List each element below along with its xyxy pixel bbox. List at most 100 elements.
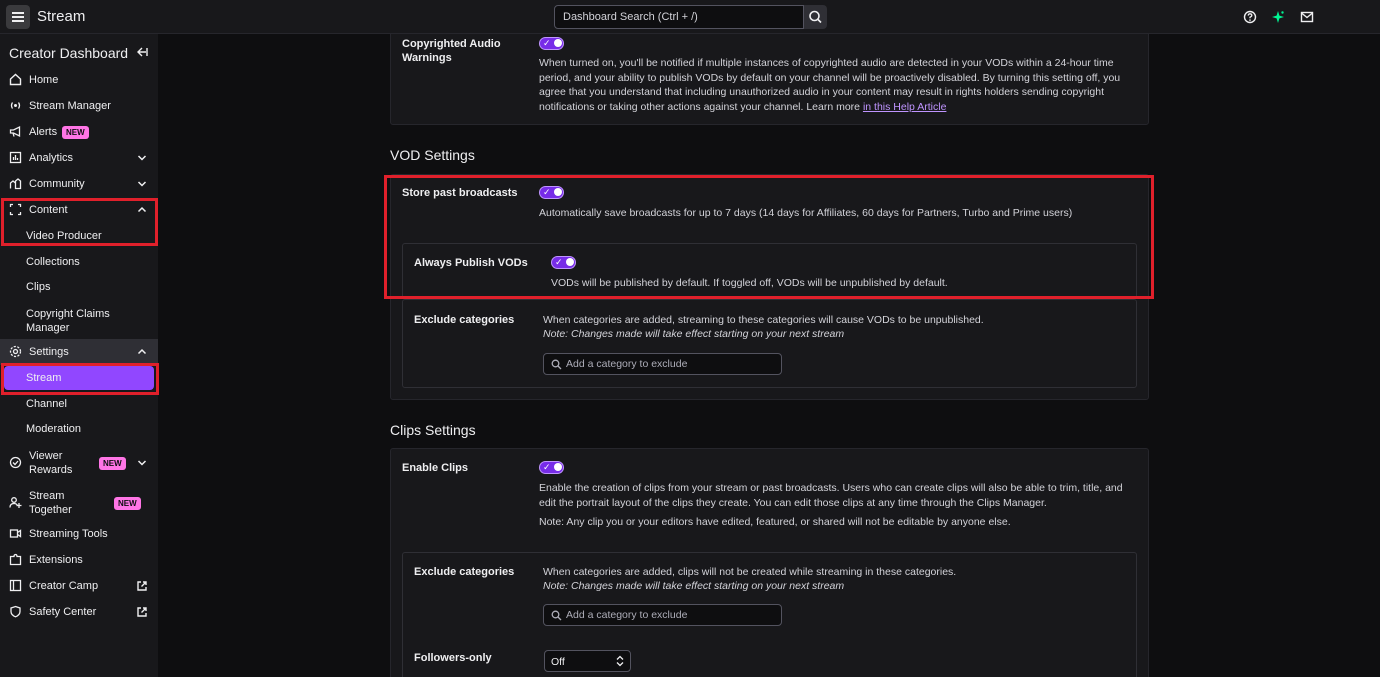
sidebar-item-content[interactable]: Content <box>0 197 158 223</box>
sidebar-item-home[interactable]: Home <box>0 67 158 93</box>
shield-icon <box>10 605 21 618</box>
new-badge: NEW <box>62 126 89 139</box>
sidebar-item-stream-together[interactable]: Stream Together NEW <box>0 488 158 518</box>
sidebar-item-label: Analytics <box>29 152 74 164</box>
sidebar-item-streaming-tools[interactable]: Streaming Tools <box>0 521 158 547</box>
clips-exclude-label: Exclude categories <box>414 566 515 578</box>
sidebar-item-creator-camp[interactable]: Creator Camp <box>0 573 158 599</box>
gear-icon <box>9 345 22 358</box>
megaphone-icon <box>9 125 21 138</box>
people-add-icon <box>9 497 22 508</box>
copyright-audio-label: Copyrighted Audio Warnings <box>402 38 501 64</box>
sidebar-item-label: Home <box>29 74 59 86</box>
sidebar-item-label: Safety Center <box>29 606 97 618</box>
check-icon: ✓ <box>543 187 551 197</box>
vod-settings-heading: VOD Settings <box>390 147 475 163</box>
enable-clips-desc: Enable the creation of clips from your s… <box>539 482 1123 509</box>
sidebar-item-label: Stream Manager <box>29 100 111 112</box>
sidebar-item-label: Collections <box>26 256 80 268</box>
app-name: Stream <box>37 8 86 25</box>
broadcast-icon <box>10 102 21 109</box>
store-broadcasts-label: Store past broadcasts <box>402 187 518 199</box>
search-button[interactable] <box>804 5 827 29</box>
external-link-icon <box>137 581 147 591</box>
hamburger-icon[interactable] <box>6 5 30 29</box>
followers-only-select[interactable]: Off <box>544 650 631 672</box>
search-icon <box>551 359 562 370</box>
dashboard-search-input[interactable]: Dashboard Search (Ctrl + /) <box>554 5 804 29</box>
sidebar-item-settings[interactable]: Settings <box>0 339 158 365</box>
sidebar-item-extensions[interactable]: Extensions <box>0 547 158 573</box>
sidebar-item-label: Extensions <box>29 554 83 566</box>
sidebar-item-label: Creator Camp <box>29 580 99 592</box>
store-broadcasts-toggle[interactable]: ✓ <box>539 186 564 199</box>
sidebar-item-alerts[interactable]: Alerts NEW <box>0 119 158 145</box>
chevron-down-icon <box>137 460 147 466</box>
enable-clips-note: Note: Any clip you or your editors have … <box>539 516 1011 528</box>
select-arrows-icon <box>616 655 624 667</box>
home-icon <box>9 73 22 86</box>
sidebar-item-safety-center[interactable]: Safety Center <box>0 599 158 625</box>
sidebar-item-stream-manager[interactable]: Stream Manager <box>0 93 158 119</box>
sidebar-subitem-clips[interactable]: Clips <box>0 275 158 299</box>
book-icon <box>9 579 22 592</box>
check-icon: ✓ <box>555 257 563 267</box>
sidebar-item-label: Video Producer <box>26 230 102 242</box>
vod-exclude-category-input[interactable]: Add a category to exclude <box>543 353 782 375</box>
puzzle-icon <box>9 553 22 566</box>
chevron-down-icon <box>137 155 147 161</box>
sidebar-item-community[interactable]: Community <box>0 171 158 197</box>
check-icon: ✓ <box>543 462 551 472</box>
check-icon: ✓ <box>543 38 551 48</box>
external-link-icon <box>137 607 147 617</box>
search-icon <box>551 610 562 621</box>
sparkle-icon[interactable] <box>1271 10 1285 24</box>
always-publish-toggle[interactable]: ✓ <box>551 256 576 269</box>
new-badge: NEW <box>114 497 141 510</box>
sidebar-item-label: Streaming Tools <box>29 528 108 540</box>
sidebar-item-label: Viewer Rewards <box>29 450 73 476</box>
help-article-link[interactable]: in this Help Article <box>863 101 946 113</box>
chevron-down-icon <box>137 181 147 187</box>
sidebar-item-label: Moderation <box>26 423 82 435</box>
always-publish-box <box>402 243 1137 299</box>
new-badge: NEW <box>99 457 126 470</box>
community-icon <box>9 178 22 190</box>
sidebar-subitem-video-producer[interactable]: Video Producer <box>0 224 158 248</box>
chevron-up-icon <box>137 348 147 355</box>
sidebar-item-label: Copyright Claims Manager <box>26 308 110 334</box>
sidebar-subitem-moderation[interactable]: Moderation <box>0 417 158 441</box>
top-bar: Stream Dashboard Search (Ctrl + /) <box>0 0 1380 34</box>
chevron-up-icon <box>137 206 147 213</box>
vod-exclude-desc: When categories are added, streaming to … <box>543 314 984 326</box>
search-icon <box>809 10 822 24</box>
sidebar-item-analytics[interactable]: Analytics <box>0 145 158 171</box>
sidebar-item-label: Community <box>29 178 85 190</box>
clips-exclude-desc: When categories are added, clips will no… <box>543 566 957 578</box>
store-broadcasts-desc: Automatically save broadcasts for up to … <box>539 207 1073 219</box>
sidebar-subitem-copyright-claims[interactable]: Copyright Claims Manager <box>0 307 158 337</box>
sidebar: Creator Dashboard Home Stream Manager Al… <box>0 34 158 677</box>
copyright-audio-desc: When turned on, you'll be notified if mu… <box>539 57 1121 113</box>
sidebar-subitem-collections[interactable]: Collections <box>0 250 158 274</box>
sidebar-title: Creator Dashboard <box>9 45 129 61</box>
analytics-icon <box>9 151 22 164</box>
sidebar-subitem-channel[interactable]: Channel <box>0 392 158 416</box>
enable-clips-label: Enable Clips <box>402 462 469 474</box>
enable-clips-toggle[interactable]: ✓ <box>539 461 564 474</box>
sidebar-item-label: Settings <box>29 346 69 358</box>
sidebar-item-label: Channel <box>26 398 67 410</box>
sidebar-item-viewer-rewards[interactable]: Viewer Rewards NEW <box>0 448 158 478</box>
clips-exclude-note: Note: Changes made will take effect star… <box>543 580 845 592</box>
copyright-audio-toggle[interactable]: ✓ <box>539 37 564 50</box>
clips-exclude-category-input[interactable]: Add a category to exclude <box>543 604 782 626</box>
inbox-icon[interactable] <box>1300 10 1314 24</box>
collapse-sidebar-icon[interactable] <box>136 46 148 58</box>
sidebar-subitem-stream[interactable]: Stream <box>4 366 154 390</box>
help-icon[interactable] <box>1243 10 1257 24</box>
content-icon <box>9 203 22 216</box>
followers-only-label: Followers-only <box>414 652 492 664</box>
clips-settings-heading: Clips Settings <box>390 422 476 438</box>
sidebar-item-label: Content <box>29 204 68 216</box>
vod-exclude-note: Note: Changes made will take effect star… <box>543 328 845 340</box>
